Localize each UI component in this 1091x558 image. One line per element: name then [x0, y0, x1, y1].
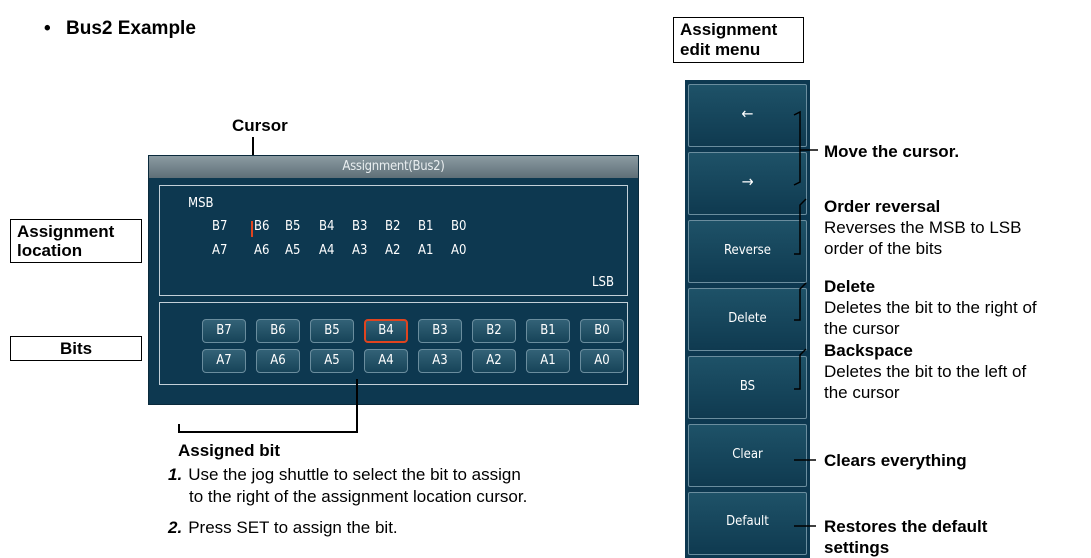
reverse-title: Order reversal: [824, 197, 941, 216]
backspace-title: Backspace: [824, 341, 913, 360]
backspace-description: Backspace Deletes the bit to the left of…: [824, 340, 1026, 403]
clear-title: Clears everything: [824, 451, 967, 470]
move-cursor-text: Move the cursor.: [824, 142, 960, 161]
default-title-line2: settings: [824, 538, 890, 557]
default-description: Restores the default settings: [824, 516, 987, 558]
delete-line1: Deletes the bit to the right of: [824, 298, 1037, 317]
reverse-line1: Reverses the MSB to LSB: [824, 218, 1022, 237]
reverse-description: Order reversal Reverses the MSB to LSB o…: [824, 196, 1021, 259]
backspace-line1: Deletes the bit to the left of: [824, 362, 1027, 381]
move-cursor-description: Move the cursor.: [824, 141, 959, 162]
delete-description: Delete Deletes the bit to the right of t…: [824, 276, 1037, 339]
clear-description: Clears everything: [824, 450, 967, 471]
default-title-line1: Restores the default: [824, 517, 988, 536]
backspace-line2: the cursor: [824, 383, 900, 402]
reverse-line2: order of the bits: [824, 239, 943, 258]
delete-title: Delete: [824, 277, 876, 296]
delete-line2: the cursor: [824, 319, 900, 338]
